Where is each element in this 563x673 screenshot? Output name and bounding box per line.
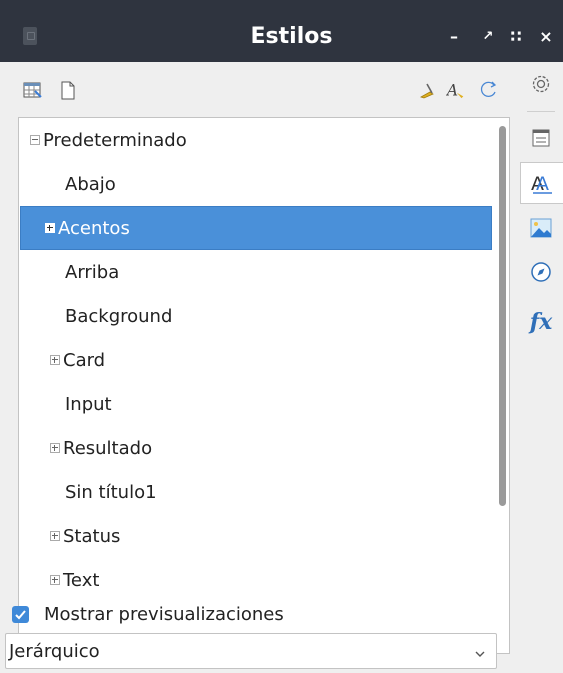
styles-panel: A Predeterminado Abajo Acentos Arriba Ba…: [14, 62, 516, 673]
tree-item-card[interactable]: Card: [19, 338, 494, 382]
preview-checkbox[interactable]: [12, 606, 29, 623]
grip-icon[interactable]: ∷: [506, 24, 526, 50]
vertical-scrollbar[interactable]: [494, 118, 509, 653]
sidebar-divider: [527, 111, 555, 112]
tree-item-label: Arriba: [65, 261, 120, 283]
minimize-button[interactable]: –: [444, 24, 464, 50]
styles-tree[interactable]: Predeterminado Abajo Acentos Arriba Back…: [18, 117, 510, 654]
tree-item-sin-titulo1[interactable]: Sin título1: [19, 470, 494, 514]
properties-icon[interactable]: [519, 118, 563, 158]
style-filter-value: Jerárquico: [9, 640, 100, 662]
styles-view-icon[interactable]: [23, 80, 43, 100]
tree-item-status[interactable]: Status: [19, 514, 494, 558]
expand-icon[interactable]: [50, 355, 60, 365]
update-style-icon[interactable]: [479, 80, 499, 100]
new-style-icon[interactable]: [58, 80, 78, 100]
styles-icon[interactable]: A A: [520, 162, 563, 204]
tree-item-label: Input: [65, 393, 112, 415]
tree-item-label: Abajo: [65, 173, 116, 195]
tree-item-label: Background: [65, 305, 173, 327]
expand-icon[interactable]: [45, 223, 55, 233]
tree-item-background[interactable]: Background: [19, 294, 494, 338]
tree-item-label: Status: [63, 525, 121, 547]
expand-icon[interactable]: [50, 575, 60, 585]
navigator-icon[interactable]: [519, 252, 563, 292]
tree-item-label: Predeterminado: [43, 129, 187, 151]
styles-toolbar: A: [14, 62, 516, 118]
tree-item-abajo[interactable]: Abajo: [19, 162, 494, 206]
chevron-down-icon: [474, 644, 486, 665]
tree-item-input[interactable]: Input: [19, 382, 494, 426]
preview-toggle[interactable]: Mostrar previsualizaciones: [12, 604, 284, 625]
functions-icon[interactable]: fx: [519, 302, 563, 342]
fill-format-icon[interactable]: [418, 80, 438, 100]
expand-icon[interactable]: [50, 531, 60, 541]
tree-item-label: Card: [63, 349, 106, 371]
close-button[interactable]: ×: [536, 24, 556, 50]
preview-label: Mostrar previsualizaciones: [44, 604, 284, 625]
svg-text:A: A: [446, 81, 458, 99]
tree-item-label: Resultado: [63, 437, 153, 459]
tree-item-label: Sin título1: [65, 481, 157, 503]
sidebar-deck: A A fx: [519, 62, 563, 673]
title-bar: Estilos – ↗ ∷ ×: [0, 0, 563, 62]
tree-item-resultado[interactable]: Resultado: [19, 426, 494, 470]
new-from-selection-icon[interactable]: A: [446, 80, 466, 100]
tree-item-text[interactable]: Text: [19, 558, 494, 602]
settings-icon[interactable]: [519, 64, 563, 104]
collapse-icon[interactable]: [30, 135, 40, 145]
dock-button[interactable]: ↗: [478, 24, 498, 50]
expand-icon[interactable]: [50, 443, 60, 453]
svg-text:A: A: [536, 173, 549, 195]
tree-item-label: Text: [63, 569, 100, 591]
tree-item-acentos[interactable]: Acentos: [20, 206, 492, 250]
tree-item-label: Acentos: [58, 217, 130, 239]
scrollbar-thumb[interactable]: [499, 126, 506, 506]
tree-item-arriba[interactable]: Arriba: [19, 250, 494, 294]
style-filter-select[interactable]: Jerárquico: [5, 633, 497, 669]
tree-item-predeterminado[interactable]: Predeterminado: [19, 118, 494, 162]
gallery-icon[interactable]: [519, 208, 563, 248]
